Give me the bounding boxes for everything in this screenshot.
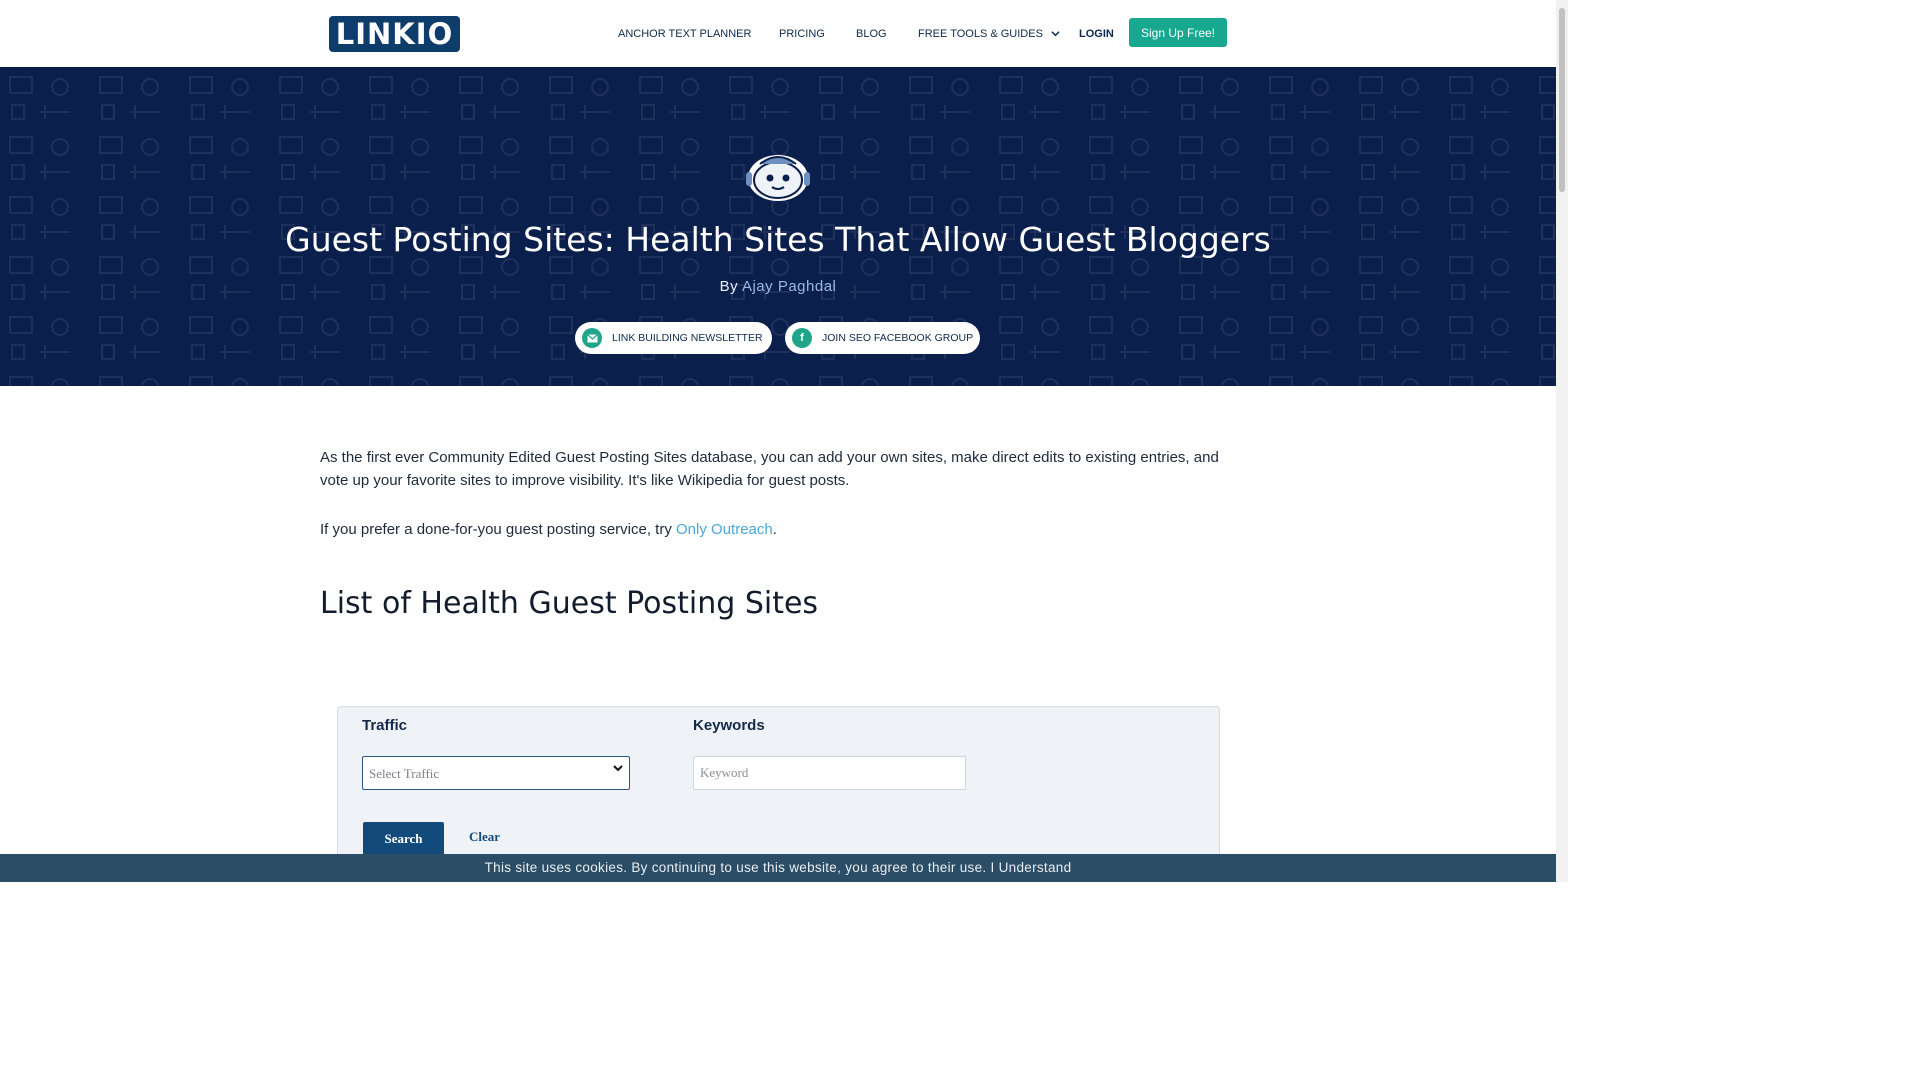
page-title: Guest Posting Sites: Health Sites That A… — [285, 220, 1271, 259]
keywords-label: Keywords — [693, 717, 765, 734]
robot-mascot-icon — [746, 155, 810, 201]
envelope-icon — [582, 328, 602, 348]
facebook-group-button[interactable]: f JOIN SEO FACEBOOK GROUP — [785, 322, 980, 354]
prefer-text: If you prefer a done-for-you guest posti… — [320, 521, 677, 538]
author-link[interactable]: Ajay Paghdal — [742, 278, 836, 295]
list-heading: List of Health Guest Posting Sites — [320, 586, 819, 621]
keyword-placeholder: Keyword — [700, 765, 749, 780]
chevron-down-icon — [613, 763, 623, 776]
facebook-label: JOIN SEO FACEBOOK GROUP — [822, 332, 974, 344]
scrollbar-thumb[interactable] — [1559, 8, 1565, 192]
nav-pricing[interactable]: PRICING — [779, 28, 825, 40]
prefer-end: . — [772, 521, 777, 538]
nav-login[interactable]: LOGIN — [1079, 28, 1114, 40]
newsletter-label: LINK BUILDING NEWSLETTER — [612, 332, 763, 344]
signup-button[interactable]: Sign Up Free! — [1129, 18, 1227, 47]
nav-free-tools-guides[interactable]: FREE TOOLS & GUIDES — [918, 28, 1043, 40]
facebook-icon: f — [792, 328, 812, 348]
logo-text: LINKIO — [335, 17, 454, 51]
logo[interactable]: LINKIO — [329, 16, 460, 52]
keyword-input[interactable]: Keyword — [693, 756, 966, 790]
traffic-select-value: Select Traffic — [369, 766, 440, 781]
hero-banner: Guest Posting Sites: Health Sites That A… — [0, 67, 1556, 386]
scrollbar[interactable] — [1556, 0, 1568, 882]
clear-button[interactable]: Clear — [469, 829, 500, 845]
prefer-paragraph: If you prefer a done-for-you guest posti… — [320, 518, 1220, 541]
traffic-select[interactable]: Select Traffic — [362, 756, 630, 790]
byline: By Ajay Paghdal — [0, 278, 1556, 295]
traffic-label: Traffic — [362, 717, 408, 734]
nav-anchor-text-planner[interactable]: ANCHOR TEXT PLANNER — [618, 28, 751, 40]
chevron-down-icon[interactable] — [1051, 29, 1060, 41]
search-button[interactable]: Search — [363, 822, 444, 855]
cookie-banner[interactable]: This site uses cookies. By continuing to… — [0, 854, 1556, 882]
nav-blog[interactable]: BLOG — [856, 28, 887, 40]
intro-paragraph: As the first ever Community Edited Guest… — [320, 449, 1219, 489]
byline-prefix: By — [719, 278, 739, 295]
page: LINKIO ANCHOR TEXT PLANNER PRICING BLOG … — [0, 0, 1556, 882]
newsletter-button[interactable]: LINK BUILDING NEWSLETTER — [575, 322, 772, 354]
only-outreach-link[interactable]: Only Outreach — [676, 521, 773, 538]
site-header: LINKIO ANCHOR TEXT PLANNER PRICING BLOG … — [0, 0, 1556, 67]
